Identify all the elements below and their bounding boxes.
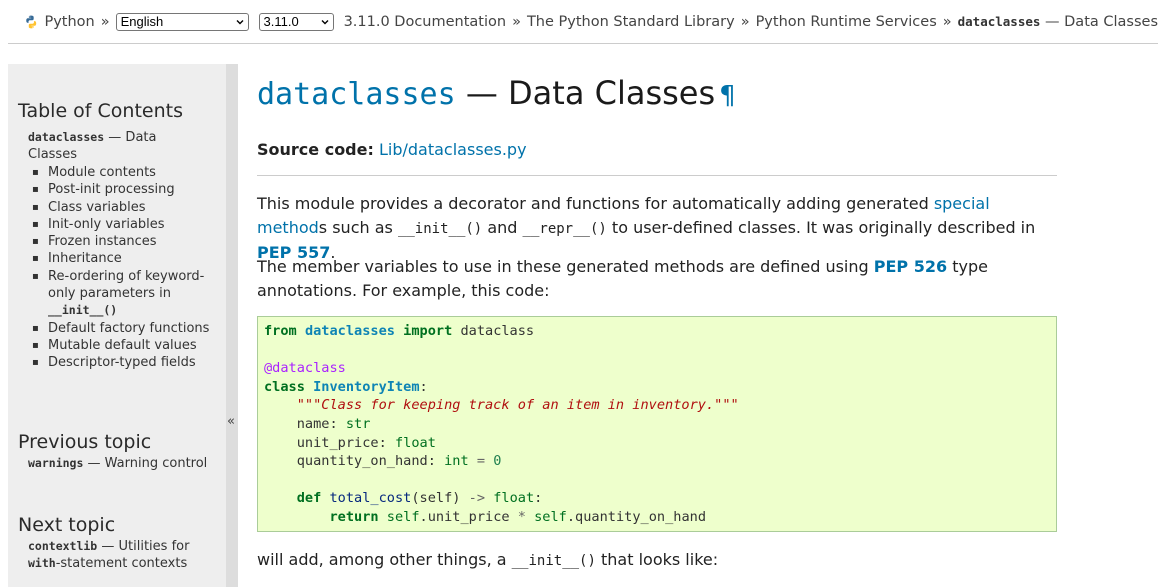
code-example: from dataclasses import dataclass @datac… xyxy=(257,316,1057,532)
breadcrumb-separator: » xyxy=(100,13,110,30)
toc-item-reordering[interactable]: Re-ordering of keyword-only parameters i… xyxy=(28,268,218,320)
breadcrumb-separator: » xyxy=(942,13,952,30)
next-topic-code-with: with xyxy=(28,556,56,570)
chevron-down-icon xyxy=(321,19,329,24)
source-code-line: Source code: Lib/dataclasses.py xyxy=(257,140,527,159)
permalink-pilcrow[interactable]: ¶ xyxy=(719,81,736,111)
repr-code: __repr__() xyxy=(522,221,607,237)
toc-item-frozen[interactable]: Frozen instances xyxy=(28,233,218,251)
p2-text-a: The member variables to use in these gen… xyxy=(257,257,874,276)
init-code-2: __init__() xyxy=(511,553,596,569)
breadcrumb-current-code: dataclasses xyxy=(957,13,1041,29)
previous-topic-link[interactable]: warnings — Warning control xyxy=(28,455,218,472)
breadcrumb-docs[interactable]: 3.11.0 Documentation xyxy=(344,14,507,30)
breadcrumb-separator: » xyxy=(512,13,521,30)
previous-topic-heading: Previous topic xyxy=(18,431,152,453)
sidebar: Table of Contents dataclasses — Data Cla… xyxy=(8,64,230,587)
python-logo-icon[interactable] xyxy=(24,14,38,30)
toc-item-init-only[interactable]: Init-only variables xyxy=(28,216,218,234)
source-code-label: Source code: xyxy=(257,140,374,159)
p1-text-b: s such as xyxy=(318,218,398,237)
next-topic-link[interactable]: contextlib — Utilities for with-statemen… xyxy=(28,538,218,572)
previous-topic-text: — Warning control xyxy=(83,456,208,471)
next-topic-text-2: -statement contexts xyxy=(55,556,188,571)
init-paragraph: will add, among other things, a __init__… xyxy=(257,548,1057,573)
version-select[interactable]: 3.11.0 xyxy=(258,12,334,31)
next-topic-code: contextlib xyxy=(28,539,98,553)
toc-item-inheritance[interactable]: Inheritance xyxy=(28,250,218,268)
breadcrumb-stdlib[interactable]: The Python Standard Library xyxy=(527,14,735,30)
breadcrumb-current: dataclasses — Data Classes xyxy=(958,14,1158,30)
toc-top-code: dataclasses xyxy=(28,130,105,144)
toc-item-default-factory[interactable]: Default factory functions xyxy=(28,320,218,338)
language-select[interactable]: English xyxy=(115,12,249,31)
p1-text-d: to user-defined classes. It was original… xyxy=(606,218,1036,237)
chevron-down-icon xyxy=(236,19,243,24)
version-select-value: 3.11.0 xyxy=(263,14,299,29)
language-select-value: English xyxy=(120,14,164,29)
breadcrumb-runtime-services[interactable]: Python Runtime Services xyxy=(756,14,937,30)
toc-item-post-init[interactable]: Post-init processing xyxy=(28,181,218,199)
breadcrumb-current-text: — Data Classes xyxy=(1040,13,1158,30)
next-topic-heading: Next topic xyxy=(18,514,116,536)
init-code: __init__() xyxy=(397,221,483,237)
toc-top-link[interactable]: dataclasses — Data Classes xyxy=(28,129,208,163)
pep-526-link[interactable]: PEP 526 xyxy=(874,257,947,276)
toc-item-module-contents[interactable]: Module contents xyxy=(28,164,218,182)
p1-text-a: This module provides a decorator and fun… xyxy=(257,194,934,213)
p3-text-a: will add, among other things, a xyxy=(257,550,512,569)
toc-item-init-code: __init__() xyxy=(48,303,118,318)
breadcrumb-separator: » xyxy=(740,13,750,30)
toc-heading: Table of Contents xyxy=(18,100,183,122)
python-home-link[interactable]: Python xyxy=(44,14,94,30)
sidebar-collapse-handle[interactable]: « xyxy=(226,64,238,587)
page-title: dataclasses — Data Classes ¶ xyxy=(257,74,736,112)
source-code-link[interactable]: Lib/dataclasses.py xyxy=(379,140,527,159)
previous-topic-code: warnings xyxy=(28,456,84,470)
p1-text-c: and xyxy=(482,218,523,237)
next-topic-text: — Utilities for xyxy=(97,539,190,554)
toc-list: Module contents Post-init processing Cla… xyxy=(28,164,218,372)
toc-item-class-variables[interactable]: Class variables xyxy=(28,199,218,217)
p3-text-b: that looks like: xyxy=(595,550,719,569)
top-navigation-bar: Python » English 3.11.0 3.11.0 Documenta… xyxy=(8,0,1158,44)
page-title-code: dataclasses xyxy=(257,77,456,112)
collapse-sidebar-icon: « xyxy=(227,414,235,429)
toc-item-descriptor-fields[interactable]: Descriptor-typed fields xyxy=(28,354,218,372)
member-variables-paragraph: The member variables to use in these gen… xyxy=(257,255,1057,303)
page-title-text: — Data Classes xyxy=(455,74,716,112)
toc-item-mutable-defaults[interactable]: Mutable default values xyxy=(28,337,218,355)
divider xyxy=(257,175,1057,176)
